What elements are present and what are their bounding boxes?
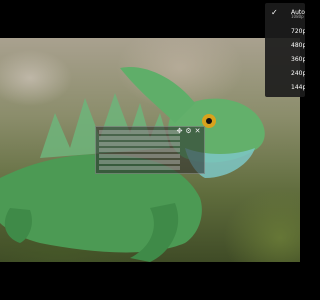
check-icon: ✓ — [271, 8, 278, 17]
stats-line — [99, 148, 180, 152]
quality-sub-label: 1080p — [291, 14, 304, 19]
stats-lines — [99, 130, 180, 172]
quality-option-240p[interactable]: 240p — [265, 67, 305, 81]
quality-label: 720p — [291, 28, 305, 35]
video-player[interactable]: ✥ ⚙ ✕ ✓ Auto 1080p 720p 480p 360p 240p 1… — [0, 0, 305, 300]
quality-label: 480p — [291, 42, 305, 49]
quality-option-720p[interactable]: 720p — [265, 25, 305, 39]
stats-icons: ✥ ⚙ ✕ — [176, 128, 201, 135]
quality-option-360p[interactable]: 360p — [265, 53, 305, 67]
quality-option-144p[interactable]: 144p — [265, 81, 305, 95]
quality-menu: ✓ Auto 1080p 720p 480p 360p 240p 144p — [265, 3, 305, 97]
move-icon[interactable]: ✥ — [176, 128, 183, 135]
quality-option-480p[interactable]: 480p — [265, 39, 305, 53]
close-icon[interactable]: ✕ — [194, 128, 201, 135]
stats-line — [99, 142, 180, 146]
stats-line — [99, 154, 180, 158]
stats-line — [99, 130, 180, 134]
quality-label: 144p — [291, 84, 305, 91]
stats-for-nerds-panel: ✥ ⚙ ✕ — [95, 126, 205, 174]
stats-line — [99, 166, 180, 170]
quality-label: 240p — [291, 70, 305, 77]
stats-line — [99, 160, 180, 164]
quality-option-auto[interactable]: ✓ Auto 1080p — [265, 6, 305, 20]
settings-icon[interactable]: ⚙ — [185, 128, 192, 135]
quality-label: 360p — [291, 56, 305, 63]
stats-line — [99, 136, 180, 140]
